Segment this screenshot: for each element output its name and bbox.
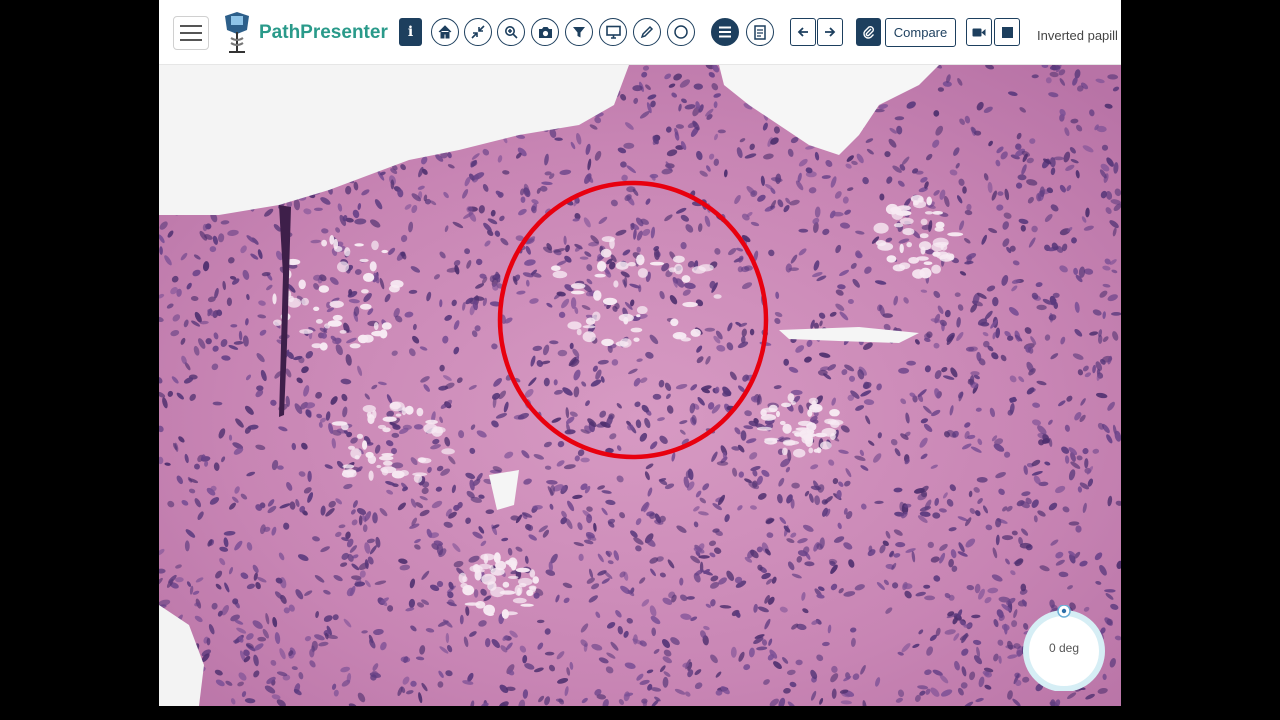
- video-camera-icon: [972, 27, 986, 38]
- slide-viewer[interactable]: 0 deg: [159, 65, 1121, 706]
- brand-name: PathPresenter: [259, 22, 388, 43]
- rotation-label: 0 deg: [1048, 641, 1080, 655]
- record-button[interactable]: [966, 18, 992, 46]
- annotate-button[interactable]: [633, 18, 661, 46]
- magnifier-icon: [504, 25, 518, 39]
- toolbar: PathPresenter i Compare Inverted papill: [159, 0, 1121, 65]
- slide-title: Inverted papill: [1037, 28, 1118, 43]
- tissue-image: [159, 65, 1121, 706]
- pathpresenter-logo: [219, 10, 255, 54]
- funnel-icon: [572, 25, 586, 39]
- filter-button[interactable]: [565, 18, 593, 46]
- hamburger-icon: [180, 24, 202, 42]
- next-button[interactable]: [817, 18, 843, 46]
- stop-button[interactable]: [994, 18, 1020, 46]
- link-button[interactable]: [856, 18, 881, 46]
- compare-button[interactable]: Compare: [885, 18, 956, 47]
- rotate-button[interactable]: [667, 18, 695, 46]
- notes-button[interactable]: [746, 18, 774, 46]
- collapse-arrows-icon: [471, 25, 485, 39]
- home-button[interactable]: [431, 18, 459, 46]
- list-icon: [718, 26, 732, 38]
- arrow-left-icon: [797, 26, 809, 38]
- zoom-button[interactable]: [497, 18, 525, 46]
- present-button[interactable]: [599, 18, 627, 46]
- camera-icon: [538, 26, 553, 39]
- pencil-icon: [640, 25, 654, 39]
- monitor-icon: [605, 25, 621, 39]
- paperclip-icon: [862, 25, 875, 39]
- prev-button[interactable]: [790, 18, 816, 46]
- list-button[interactable]: [711, 18, 739, 46]
- info-button[interactable]: i: [399, 18, 422, 46]
- info-icon: i: [407, 24, 414, 40]
- stop-icon: [1001, 26, 1013, 38]
- snapshot-button[interactable]: [531, 18, 559, 46]
- home-icon: [438, 25, 452, 39]
- menu-button[interactable]: [173, 16, 209, 50]
- arrow-right-icon: [824, 26, 836, 38]
- circle-icon: [673, 24, 689, 40]
- fit-button[interactable]: [464, 18, 492, 46]
- document-icon: [753, 24, 767, 40]
- app-window: PathPresenter i Compare Inverted papill …: [159, 0, 1121, 706]
